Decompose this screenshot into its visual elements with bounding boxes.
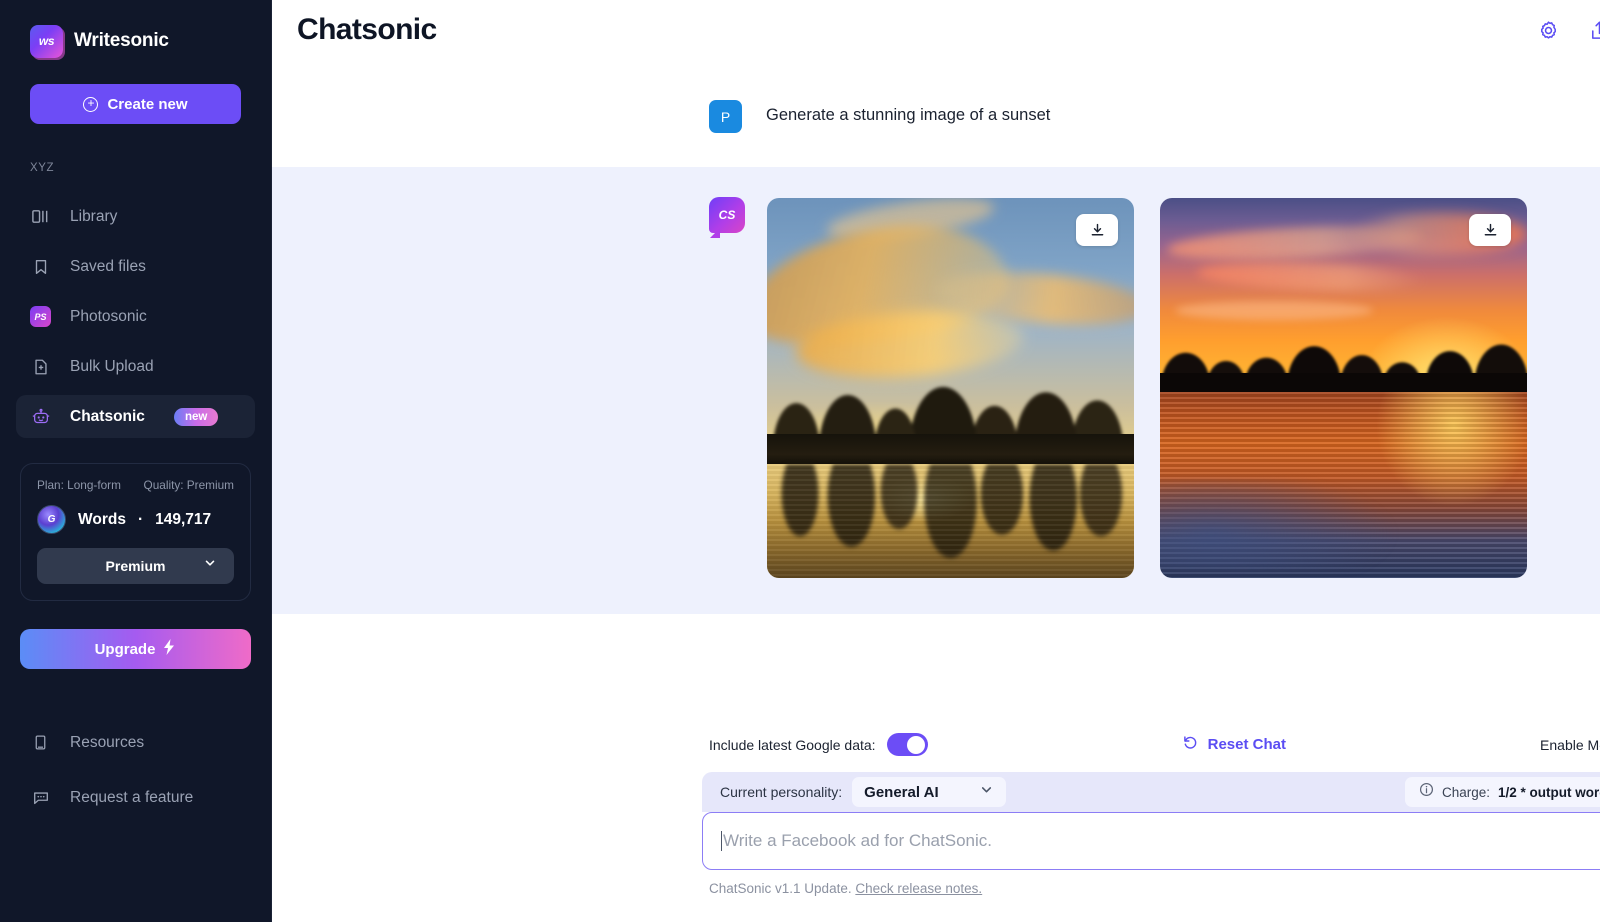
sidebar: ws Writesonic Create new XYZ Library [0,0,272,922]
charge-label: Charge: [1442,785,1490,800]
chat-input[interactable]: Write a Facebook ad for ChatSonic. [702,812,1600,870]
personality-value: General AI [864,784,938,801]
brand-name: Writesonic [74,30,169,52]
personality-bar: Current personality: General AI [702,772,1600,812]
main-content: Chatsonic P [272,0,1600,922]
chatsonic-avatar-icon: CS [709,197,745,233]
user-message-avatar: P [709,100,742,133]
text-caret [721,831,722,851]
sidebar-item-label: Resources [70,734,144,752]
plus-circle-icon [83,97,98,112]
sidebar-item-label: Saved files [70,258,146,276]
composer-footer: ChatSonic v1.1 Update. Check release not… [709,880,1600,896]
words-balance: G Words · 149,717 [37,505,234,534]
user-message-row: P Generate a stunning image of a sunset [272,60,1600,167]
sidebar-item-request-a-feature[interactable]: Request a feature [16,776,255,819]
new-badge: new [174,408,218,426]
words-separator: · [138,511,143,529]
quality-select[interactable]: Premium [37,548,234,584]
reset-chat-label: Reset Chat [1208,736,1286,753]
charge-value: 1/2 * output words [1498,785,1600,800]
user-message-text: Generate a stunning image of a sunset [766,104,1050,125]
sidebar-item-library[interactable]: Library [16,195,255,238]
sunset-lake-scene-2 [1160,198,1527,578]
robot-icon [30,406,51,427]
reset-chat-button[interactable]: Reset Chat [1182,734,1286,755]
sidebar-item-bulk-upload[interactable]: Bulk Upload [16,345,255,388]
composer: Include latest Google data: Reset Chat E… [272,733,1600,922]
conversation: P Generate a stunning image of a sunset … [272,60,1600,733]
sidebar-item-label: Library [70,208,117,226]
plan-type: Plan: Long-form [37,478,121,492]
personality-select[interactable]: General AI [852,777,1005,807]
chat-input-placeholder: Write a Facebook ad for ChatSonic. [723,831,1600,851]
file-plus-icon [30,356,51,377]
upgrade-button[interactable]: Upgrade [20,629,251,669]
reset-arrow-icon [1182,734,1199,755]
credits-orb-icon: G [37,505,66,534]
bookmark-icon [30,256,51,277]
create-new-button[interactable]: Create new [30,84,241,124]
sunset-lake-scene-1 [767,198,1134,578]
personality-label: Current personality: [720,784,842,800]
gear-icon[interactable] [1537,19,1560,42]
sidebar-item-label: Request a feature [70,789,193,807]
quality-select-value: Premium [106,558,166,574]
chevron-down-icon [979,782,994,802]
photosonic-badge-text: PS [30,306,51,327]
bot-message-row: CS [272,167,1600,614]
library-icon [30,206,51,227]
page-title: Chatsonic [297,13,437,47]
app-root: ws Writesonic Create new XYZ Library [0,0,1600,922]
create-new-label: Create new [107,96,187,113]
google-data-label: Include latest Google data: [709,737,876,753]
input-row: Write a Facebook ad for ChatSonic. [702,812,1600,870]
sidebar-item-label: Chatsonic [70,408,145,426]
composer-options-row: Include latest Google data: Reset Chat E… [709,733,1600,772]
writesonic-logo-icon: ws [30,25,63,58]
version-text: ChatSonic v1.1 Update. [709,881,852,896]
lightning-icon [162,639,176,659]
chat-bubble-icon [30,787,51,808]
plan-card: Plan: Long-form Quality: Premium G Words… [20,463,251,601]
download-icon[interactable] [1076,214,1118,246]
memory-label: Enable Memory: [1540,737,1600,753]
sidebar-nav: Library Saved files PS Photosonic [0,188,271,445]
release-notes-link[interactable]: Check release notes. [855,881,982,896]
sidebar-item-chatsonic[interactable]: Chatsonic new [16,395,255,438]
info-icon[interactable] [1419,782,1434,802]
words-label: Words [78,511,126,529]
brand-logo-text: ws [39,34,54,48]
sidebar-item-label: Bulk Upload [70,358,154,376]
personality-group: Current personality: General AI [720,777,1006,807]
generated-images [767,198,1527,578]
charge-info: Charge: 1/2 * output words [1405,777,1600,807]
chevron-down-icon [203,556,217,573]
book-icon [30,732,51,753]
version-note: ChatSonic v1.1 Update. Check release not… [709,881,982,896]
memory-toggle-group: Enable Memory: [1540,733,1600,756]
brand[interactable]: ws Writesonic [0,0,271,62]
top-bar-actions: P [1537,14,1600,47]
google-data-toggle-group: Include latest Google data: [709,733,928,756]
generated-image-1[interactable] [767,198,1134,578]
sidebar-item-resources[interactable]: Resources [16,721,255,764]
words-count: 149,717 [155,511,211,529]
sidebar-item-saved-files[interactable]: Saved files [16,245,255,288]
sidebar-item-label: Photosonic [70,308,147,326]
share-upload-icon[interactable] [1588,19,1600,42]
plan-card-header: Plan: Long-form Quality: Premium [37,478,234,492]
photosonic-icon: PS [30,306,51,327]
generated-image-2[interactable] [1160,198,1527,578]
plan-quality: Quality: Premium [144,478,234,492]
sidebar-section-label: XYZ [0,124,271,174]
sidebar-item-photosonic[interactable]: PS Photosonic [16,295,255,338]
sidebar-bottom-nav: Resources Request a feature [0,709,271,831]
download-icon[interactable] [1469,214,1511,246]
top-bar: Chatsonic P [272,0,1600,60]
google-data-toggle[interactable] [887,733,928,756]
upgrade-label: Upgrade [95,641,156,658]
